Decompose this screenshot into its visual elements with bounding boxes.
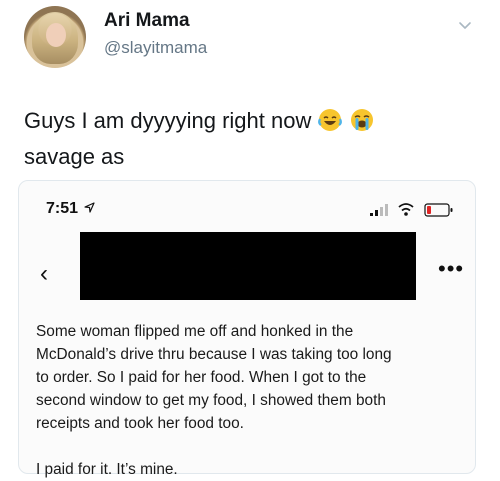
redacted-contact-name [80,232,416,300]
message-line: receipts and took her food too. [36,415,244,432]
message-line: I paid for it. It’s mine. [36,461,178,478]
tweet-text: Guys I am dyyyying right now [24,108,312,133]
message-line: to order. So I paid for her food. When I… [36,369,367,386]
tweet-text-line-1: Guys I am dyyyying right now [24,108,374,134]
status-time-text: 7:51 [46,200,79,217]
back-chevron-icon[interactable]: ‹ [40,262,48,286]
message-line: second window to get my food, I showed t… [36,392,386,409]
location-arrow-icon [84,202,96,213]
display-name[interactable]: Ari Mama [104,10,190,32]
message-line: McDonald’s drive thru because I was taki… [36,346,392,363]
more-options-icon[interactable]: ••• [438,258,464,280]
battery-icon [424,203,453,217]
message-line: Some woman flipped me off and honked in … [36,323,354,340]
avatar[interactable] [24,6,86,68]
tweet: Ari Mama @slayitmama Guys I am dyyyying … [0,0,500,481]
avatar-face [46,23,66,47]
face-with-tears-of-joy-icon [318,109,343,131]
tweet-text-line-2: savage as [24,144,125,169]
status-bar-icons [370,203,453,217]
status-bar-time: 7:51 [46,200,96,218]
chevron-down-icon[interactable] [458,18,472,32]
loudly-crying-face-icon [350,109,373,131]
wifi-icon [398,203,414,216]
cellular-signal-icon [370,204,388,216]
user-handle[interactable]: @slayitmama [104,38,207,58]
message-body: Some woman flipped me off and honked in … [36,320,456,481]
